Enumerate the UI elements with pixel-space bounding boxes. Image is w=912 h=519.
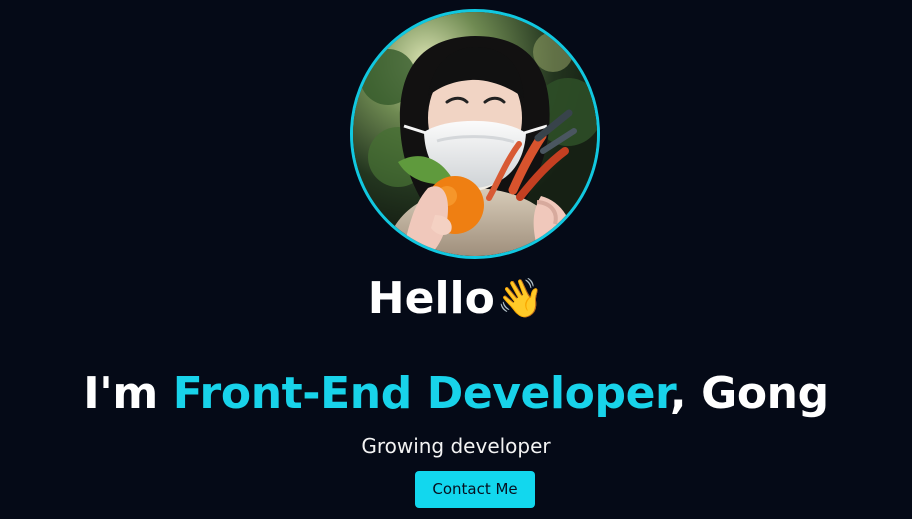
profile-photo (350, 9, 600, 259)
headline-suffix: , Gong (669, 368, 829, 420)
hero-section: Hello👋 I'm Front-End Developer, Gong Gro… (0, 0, 912, 519)
headline: I'm Front-End Developer, Gong (0, 366, 912, 422)
headline-prefix: I'm (83, 368, 173, 420)
waving-hand-icon: 👋 (496, 276, 545, 320)
tagline: Growing developer (361, 434, 551, 458)
headline-role: Front-End Developer (172, 368, 671, 420)
greeting-heading: Hello👋 (0, 272, 912, 325)
contact-me-button[interactable]: Contact Me (415, 471, 535, 508)
greeting-text: Hello (367, 273, 495, 324)
